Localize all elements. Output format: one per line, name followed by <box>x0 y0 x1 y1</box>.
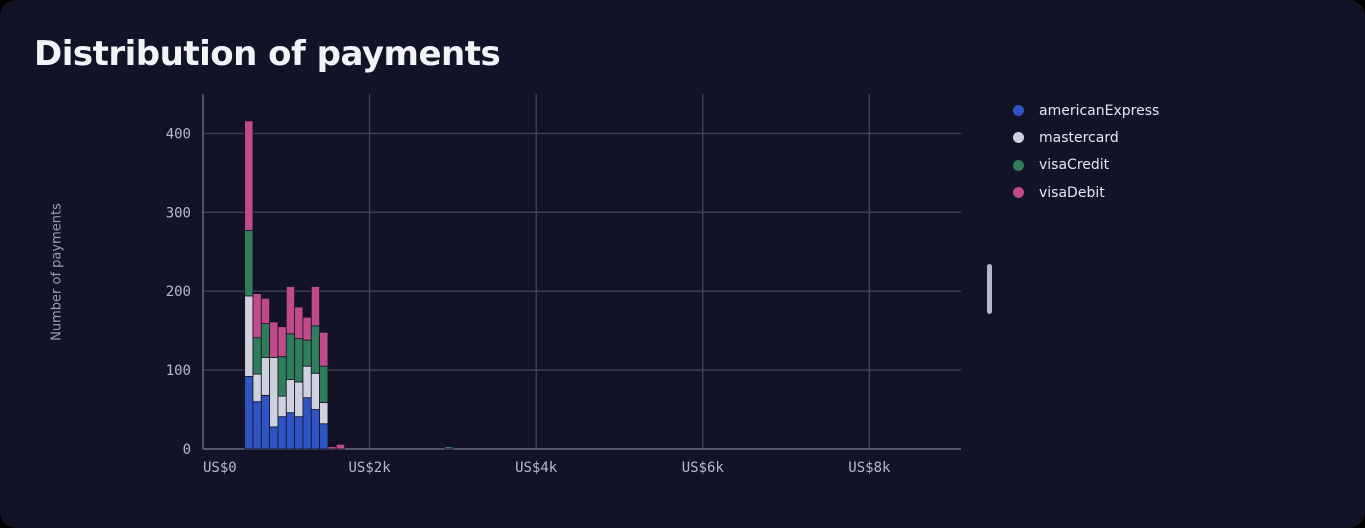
legend-label: mastercard <box>1039 129 1119 146</box>
bar-segment-visaCredit[interactable] <box>310 325 321 374</box>
legend-item-mastercard[interactable]: mastercard <box>1013 124 1159 151</box>
bar-segment-mastercard[interactable] <box>244 295 254 377</box>
y-tick-label: 0 <box>183 442 191 458</box>
legend-label: visaCredit <box>1039 157 1110 174</box>
x-tick-label: US$8k <box>848 460 891 476</box>
bar-segment-mastercard[interactable] <box>319 402 329 425</box>
bar-segment-visaDebit[interactable] <box>319 331 329 367</box>
bar-segment-mastercard[interactable] <box>310 372 321 410</box>
y-tick-label: 200 <box>166 284 191 300</box>
y-tick-label: 300 <box>166 205 191 221</box>
bar-segment-americanExpress[interactable] <box>285 412 296 450</box>
bar-segment-mastercard[interactable] <box>302 365 312 399</box>
legend-swatch <box>1013 187 1024 199</box>
bar-segment-visaCredit[interactable] <box>277 356 287 397</box>
bar-segment-visaCredit[interactable] <box>319 365 329 403</box>
bar-segment-visaDebit[interactable] <box>277 326 287 358</box>
bar-segment-americanExpress[interactable] <box>244 376 254 450</box>
bar-segment-mastercard[interactable] <box>294 381 304 418</box>
bar-segment-visaCredit[interactable] <box>302 339 312 367</box>
y-tick-labels: 0 100 200 300 400 <box>166 126 191 458</box>
bar-segment-visaCredit[interactable] <box>444 446 454 450</box>
bar-segment-mastercard[interactable] <box>260 357 271 396</box>
legend-swatch <box>1013 159 1024 171</box>
bar-segment-visaDebit[interactable] <box>294 306 304 339</box>
legend-label: visaDebit <box>1039 184 1105 201</box>
legend-item-visaCredit[interactable]: visaCredit <box>1013 152 1159 179</box>
bar-segment-visaDebit[interactable] <box>335 443 346 450</box>
legend-label: americanExpress <box>1039 102 1160 119</box>
bar-segment-americanExpress[interactable] <box>269 426 279 450</box>
x-tick-label: US$2k <box>349 460 392 476</box>
bar-segment-visaDebit[interactable] <box>244 120 254 231</box>
bar-segment-americanExpress[interactable] <box>252 401 262 450</box>
bar-segment-visaCredit[interactable] <box>285 333 296 380</box>
bar-segment-visaDebit[interactable] <box>285 286 296 335</box>
bar-segment-americanExpress[interactable] <box>310 409 321 450</box>
bar-segment-visaCredit[interactable] <box>252 337 262 375</box>
bar-segment-visaDebit[interactable] <box>302 316 312 341</box>
bar-segment-americanExpress[interactable] <box>260 394 271 450</box>
legend-swatch <box>1013 105 1024 117</box>
legend-swatch <box>1013 132 1024 144</box>
bar-segment-mastercard[interactable] <box>269 357 279 428</box>
bar-segment-visaDebit[interactable] <box>310 286 321 327</box>
x-tick-label: US$4k <box>515 460 558 476</box>
legend-scroll-handle[interactable] <box>987 264 992 314</box>
bar-segment-americanExpress[interactable] <box>277 416 287 450</box>
histogram-chart: 0 100 200 300 400 US$0 US$2k US$4k US$6k US$8k <box>166 94 961 476</box>
chart-panel: Distribution of payments Number of payme… <box>0 0 1365 528</box>
bar-segment-visaCredit[interactable] <box>260 323 271 358</box>
bar-segment-mastercard[interactable] <box>277 395 287 418</box>
x-tick-label: US$6k <box>682 460 725 476</box>
bar-segment-visaCredit[interactable] <box>244 230 254 297</box>
chart-legend: americanExpress mastercard visaCredit visaD… <box>1013 97 1159 206</box>
bar-segment-americanExpress[interactable] <box>302 397 312 450</box>
legend-item-visaDebit[interactable]: visaDebit <box>1013 179 1159 206</box>
bar-segment-visaCredit[interactable] <box>294 338 304 383</box>
bar-segment-mastercard[interactable] <box>285 379 296 414</box>
bar-segment-visaDebit[interactable] <box>269 321 279 358</box>
legend-item-americanExpress[interactable]: americanExpress <box>1013 97 1159 124</box>
bar-segment-americanExpress[interactable] <box>319 423 329 450</box>
bar-segment-visaDebit[interactable] <box>252 293 262 339</box>
chart-bars <box>244 120 454 450</box>
y-tick-label: 100 <box>166 363 191 379</box>
x-tick-labels: US$0 US$2k US$4k US$6k US$8k <box>203 460 891 476</box>
bar-segment-mastercard[interactable] <box>252 373 262 403</box>
y-tick-label: 400 <box>166 126 191 142</box>
bar-segment-visaDebit[interactable] <box>260 297 271 324</box>
bar-segment-visaDebit[interactable] <box>327 446 337 450</box>
bar-segment-americanExpress[interactable] <box>294 416 304 450</box>
x-tick-label: US$0 <box>203 460 237 476</box>
